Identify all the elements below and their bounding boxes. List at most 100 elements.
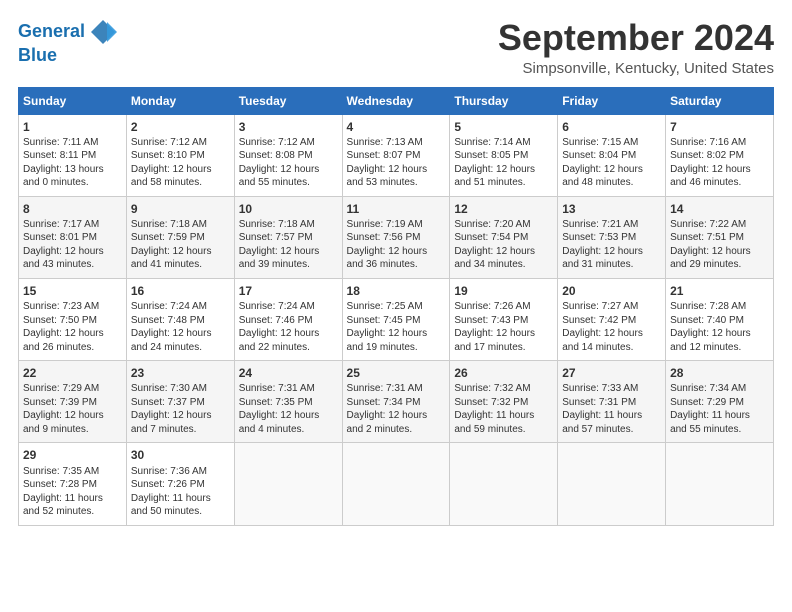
day-number: 21 bbox=[670, 283, 769, 299]
col-monday: Monday bbox=[126, 87, 234, 114]
day-number: 25 bbox=[347, 365, 446, 381]
day-info: Sunrise: 7:15 AMSunset: 8:04 PMDaylight:… bbox=[562, 136, 661, 190]
calendar-week-row: 29Sunrise: 7:35 AMSunset: 7:28 PMDayligh… bbox=[19, 443, 774, 525]
day-info: Sunrise: 7:29 AMSunset: 7:39 PMDaylight:… bbox=[23, 382, 122, 436]
day-info: Sunrise: 7:21 AMSunset: 7:53 PMDaylight:… bbox=[562, 218, 661, 272]
table-row: 12Sunrise: 7:20 AMSunset: 7:54 PMDayligh… bbox=[450, 196, 558, 278]
calendar-week-row: 22Sunrise: 7:29 AMSunset: 7:39 PMDayligh… bbox=[19, 361, 774, 443]
table-row: 2Sunrise: 7:12 AMSunset: 8:10 PMDaylight… bbox=[126, 114, 234, 196]
table-row: 22Sunrise: 7:29 AMSunset: 7:39 PMDayligh… bbox=[19, 361, 127, 443]
day-number: 17 bbox=[239, 283, 338, 299]
day-info: Sunrise: 7:22 AMSunset: 7:51 PMDaylight:… bbox=[670, 218, 769, 272]
day-number: 13 bbox=[562, 201, 661, 217]
day-number: 28 bbox=[670, 365, 769, 381]
table-row: 24Sunrise: 7:31 AMSunset: 7:35 PMDayligh… bbox=[234, 361, 342, 443]
day-number: 9 bbox=[131, 201, 230, 217]
day-info: Sunrise: 7:13 AMSunset: 8:07 PMDaylight:… bbox=[347, 136, 446, 190]
table-row: 11Sunrise: 7:19 AMSunset: 7:56 PMDayligh… bbox=[342, 196, 450, 278]
location: Simpsonville, Kentucky, United States bbox=[498, 60, 774, 77]
table-row: 29Sunrise: 7:35 AMSunset: 7:28 PMDayligh… bbox=[19, 443, 127, 525]
col-wednesday: Wednesday bbox=[342, 87, 450, 114]
day-info: Sunrise: 7:19 AMSunset: 7:56 PMDaylight:… bbox=[347, 218, 446, 272]
day-info: Sunrise: 7:23 AMSunset: 7:50 PMDaylight:… bbox=[23, 300, 122, 354]
day-info: Sunrise: 7:34 AMSunset: 7:29 PMDaylight:… bbox=[670, 382, 769, 436]
day-number: 14 bbox=[670, 201, 769, 217]
table-row: 28Sunrise: 7:34 AMSunset: 7:29 PMDayligh… bbox=[666, 361, 774, 443]
calendar-table: Sunday Monday Tuesday Wednesday Thursday… bbox=[18, 87, 774, 526]
table-row: 10Sunrise: 7:18 AMSunset: 7:57 PMDayligh… bbox=[234, 196, 342, 278]
day-number: 8 bbox=[23, 201, 122, 217]
table-row: 26Sunrise: 7:32 AMSunset: 7:32 PMDayligh… bbox=[450, 361, 558, 443]
day-info: Sunrise: 7:14 AMSunset: 8:05 PMDaylight:… bbox=[454, 136, 553, 190]
logo-general: General bbox=[18, 21, 85, 41]
day-number: 16 bbox=[131, 283, 230, 299]
calendar-header-row: Sunday Monday Tuesday Wednesday Thursday… bbox=[19, 87, 774, 114]
title-block: September 2024 Simpsonville, Kentucky, U… bbox=[498, 18, 774, 77]
table-row: 7Sunrise: 7:16 AMSunset: 8:02 PMDaylight… bbox=[666, 114, 774, 196]
day-number: 24 bbox=[239, 365, 338, 381]
month-title: September 2024 bbox=[498, 18, 774, 58]
table-row: 15Sunrise: 7:23 AMSunset: 7:50 PMDayligh… bbox=[19, 278, 127, 360]
day-info: Sunrise: 7:26 AMSunset: 7:43 PMDaylight:… bbox=[454, 300, 553, 354]
day-number: 12 bbox=[454, 201, 553, 217]
table-row: 19Sunrise: 7:26 AMSunset: 7:43 PMDayligh… bbox=[450, 278, 558, 360]
table-row bbox=[342, 443, 450, 525]
table-row: 4Sunrise: 7:13 AMSunset: 8:07 PMDaylight… bbox=[342, 114, 450, 196]
calendar-week-row: 15Sunrise: 7:23 AMSunset: 7:50 PMDayligh… bbox=[19, 278, 774, 360]
table-row: 18Sunrise: 7:25 AMSunset: 7:45 PMDayligh… bbox=[342, 278, 450, 360]
day-number: 10 bbox=[239, 201, 338, 217]
table-row bbox=[558, 443, 666, 525]
day-info: Sunrise: 7:12 AMSunset: 8:08 PMDaylight:… bbox=[239, 136, 338, 190]
day-number: 7 bbox=[670, 119, 769, 135]
day-number: 5 bbox=[454, 119, 553, 135]
day-info: Sunrise: 7:30 AMSunset: 7:37 PMDaylight:… bbox=[131, 382, 230, 436]
main-container: General Blue September 2024 Simpsonville… bbox=[0, 0, 792, 536]
table-row: 1Sunrise: 7:11 AMSunset: 8:11 PMDaylight… bbox=[19, 114, 127, 196]
day-info: Sunrise: 7:18 AMSunset: 7:57 PMDaylight:… bbox=[239, 218, 338, 272]
day-info: Sunrise: 7:20 AMSunset: 7:54 PMDaylight:… bbox=[454, 218, 553, 272]
col-sunday: Sunday bbox=[19, 87, 127, 114]
day-number: 22 bbox=[23, 365, 122, 381]
table-row: 3Sunrise: 7:12 AMSunset: 8:08 PMDaylight… bbox=[234, 114, 342, 196]
col-tuesday: Tuesday bbox=[234, 87, 342, 114]
day-number: 26 bbox=[454, 365, 553, 381]
day-info: Sunrise: 7:35 AMSunset: 7:28 PMDaylight:… bbox=[23, 465, 122, 519]
day-info: Sunrise: 7:16 AMSunset: 8:02 PMDaylight:… bbox=[670, 136, 769, 190]
day-info: Sunrise: 7:31 AMSunset: 7:35 PMDaylight:… bbox=[239, 382, 338, 436]
day-number: 3 bbox=[239, 119, 338, 135]
day-info: Sunrise: 7:33 AMSunset: 7:31 PMDaylight:… bbox=[562, 382, 661, 436]
table-row: 5Sunrise: 7:14 AMSunset: 8:05 PMDaylight… bbox=[450, 114, 558, 196]
day-number: 18 bbox=[347, 283, 446, 299]
table-row: 13Sunrise: 7:21 AMSunset: 7:53 PMDayligh… bbox=[558, 196, 666, 278]
day-number: 19 bbox=[454, 283, 553, 299]
day-info: Sunrise: 7:24 AMSunset: 7:46 PMDaylight:… bbox=[239, 300, 338, 354]
table-row: 20Sunrise: 7:27 AMSunset: 7:42 PMDayligh… bbox=[558, 278, 666, 360]
day-info: Sunrise: 7:11 AMSunset: 8:11 PMDaylight:… bbox=[23, 136, 122, 190]
day-info: Sunrise: 7:25 AMSunset: 7:45 PMDaylight:… bbox=[347, 300, 446, 354]
table-row: 21Sunrise: 7:28 AMSunset: 7:40 PMDayligh… bbox=[666, 278, 774, 360]
day-number: 1 bbox=[23, 119, 122, 135]
day-number: 27 bbox=[562, 365, 661, 381]
day-number: 4 bbox=[347, 119, 446, 135]
col-saturday: Saturday bbox=[666, 87, 774, 114]
calendar-week-row: 8Sunrise: 7:17 AMSunset: 8:01 PMDaylight… bbox=[19, 196, 774, 278]
logo-blue: Blue bbox=[18, 46, 117, 66]
table-row: 27Sunrise: 7:33 AMSunset: 7:31 PMDayligh… bbox=[558, 361, 666, 443]
logo: General Blue bbox=[18, 18, 117, 66]
table-row: 16Sunrise: 7:24 AMSunset: 7:48 PMDayligh… bbox=[126, 278, 234, 360]
table-row: 8Sunrise: 7:17 AMSunset: 8:01 PMDaylight… bbox=[19, 196, 127, 278]
day-info: Sunrise: 7:36 AMSunset: 7:26 PMDaylight:… bbox=[131, 465, 230, 519]
logo-text: General bbox=[18, 22, 85, 42]
table-row: 14Sunrise: 7:22 AMSunset: 7:51 PMDayligh… bbox=[666, 196, 774, 278]
day-number: 15 bbox=[23, 283, 122, 299]
day-info: Sunrise: 7:28 AMSunset: 7:40 PMDaylight:… bbox=[670, 300, 769, 354]
day-number: 30 bbox=[131, 447, 230, 463]
col-friday: Friday bbox=[558, 87, 666, 114]
day-info: Sunrise: 7:24 AMSunset: 7:48 PMDaylight:… bbox=[131, 300, 230, 354]
col-thursday: Thursday bbox=[450, 87, 558, 114]
header: General Blue September 2024 Simpsonville… bbox=[18, 18, 774, 77]
table-row: 23Sunrise: 7:30 AMSunset: 7:37 PMDayligh… bbox=[126, 361, 234, 443]
day-number: 20 bbox=[562, 283, 661, 299]
table-row: 9Sunrise: 7:18 AMSunset: 7:59 PMDaylight… bbox=[126, 196, 234, 278]
day-info: Sunrise: 7:17 AMSunset: 8:01 PMDaylight:… bbox=[23, 218, 122, 272]
